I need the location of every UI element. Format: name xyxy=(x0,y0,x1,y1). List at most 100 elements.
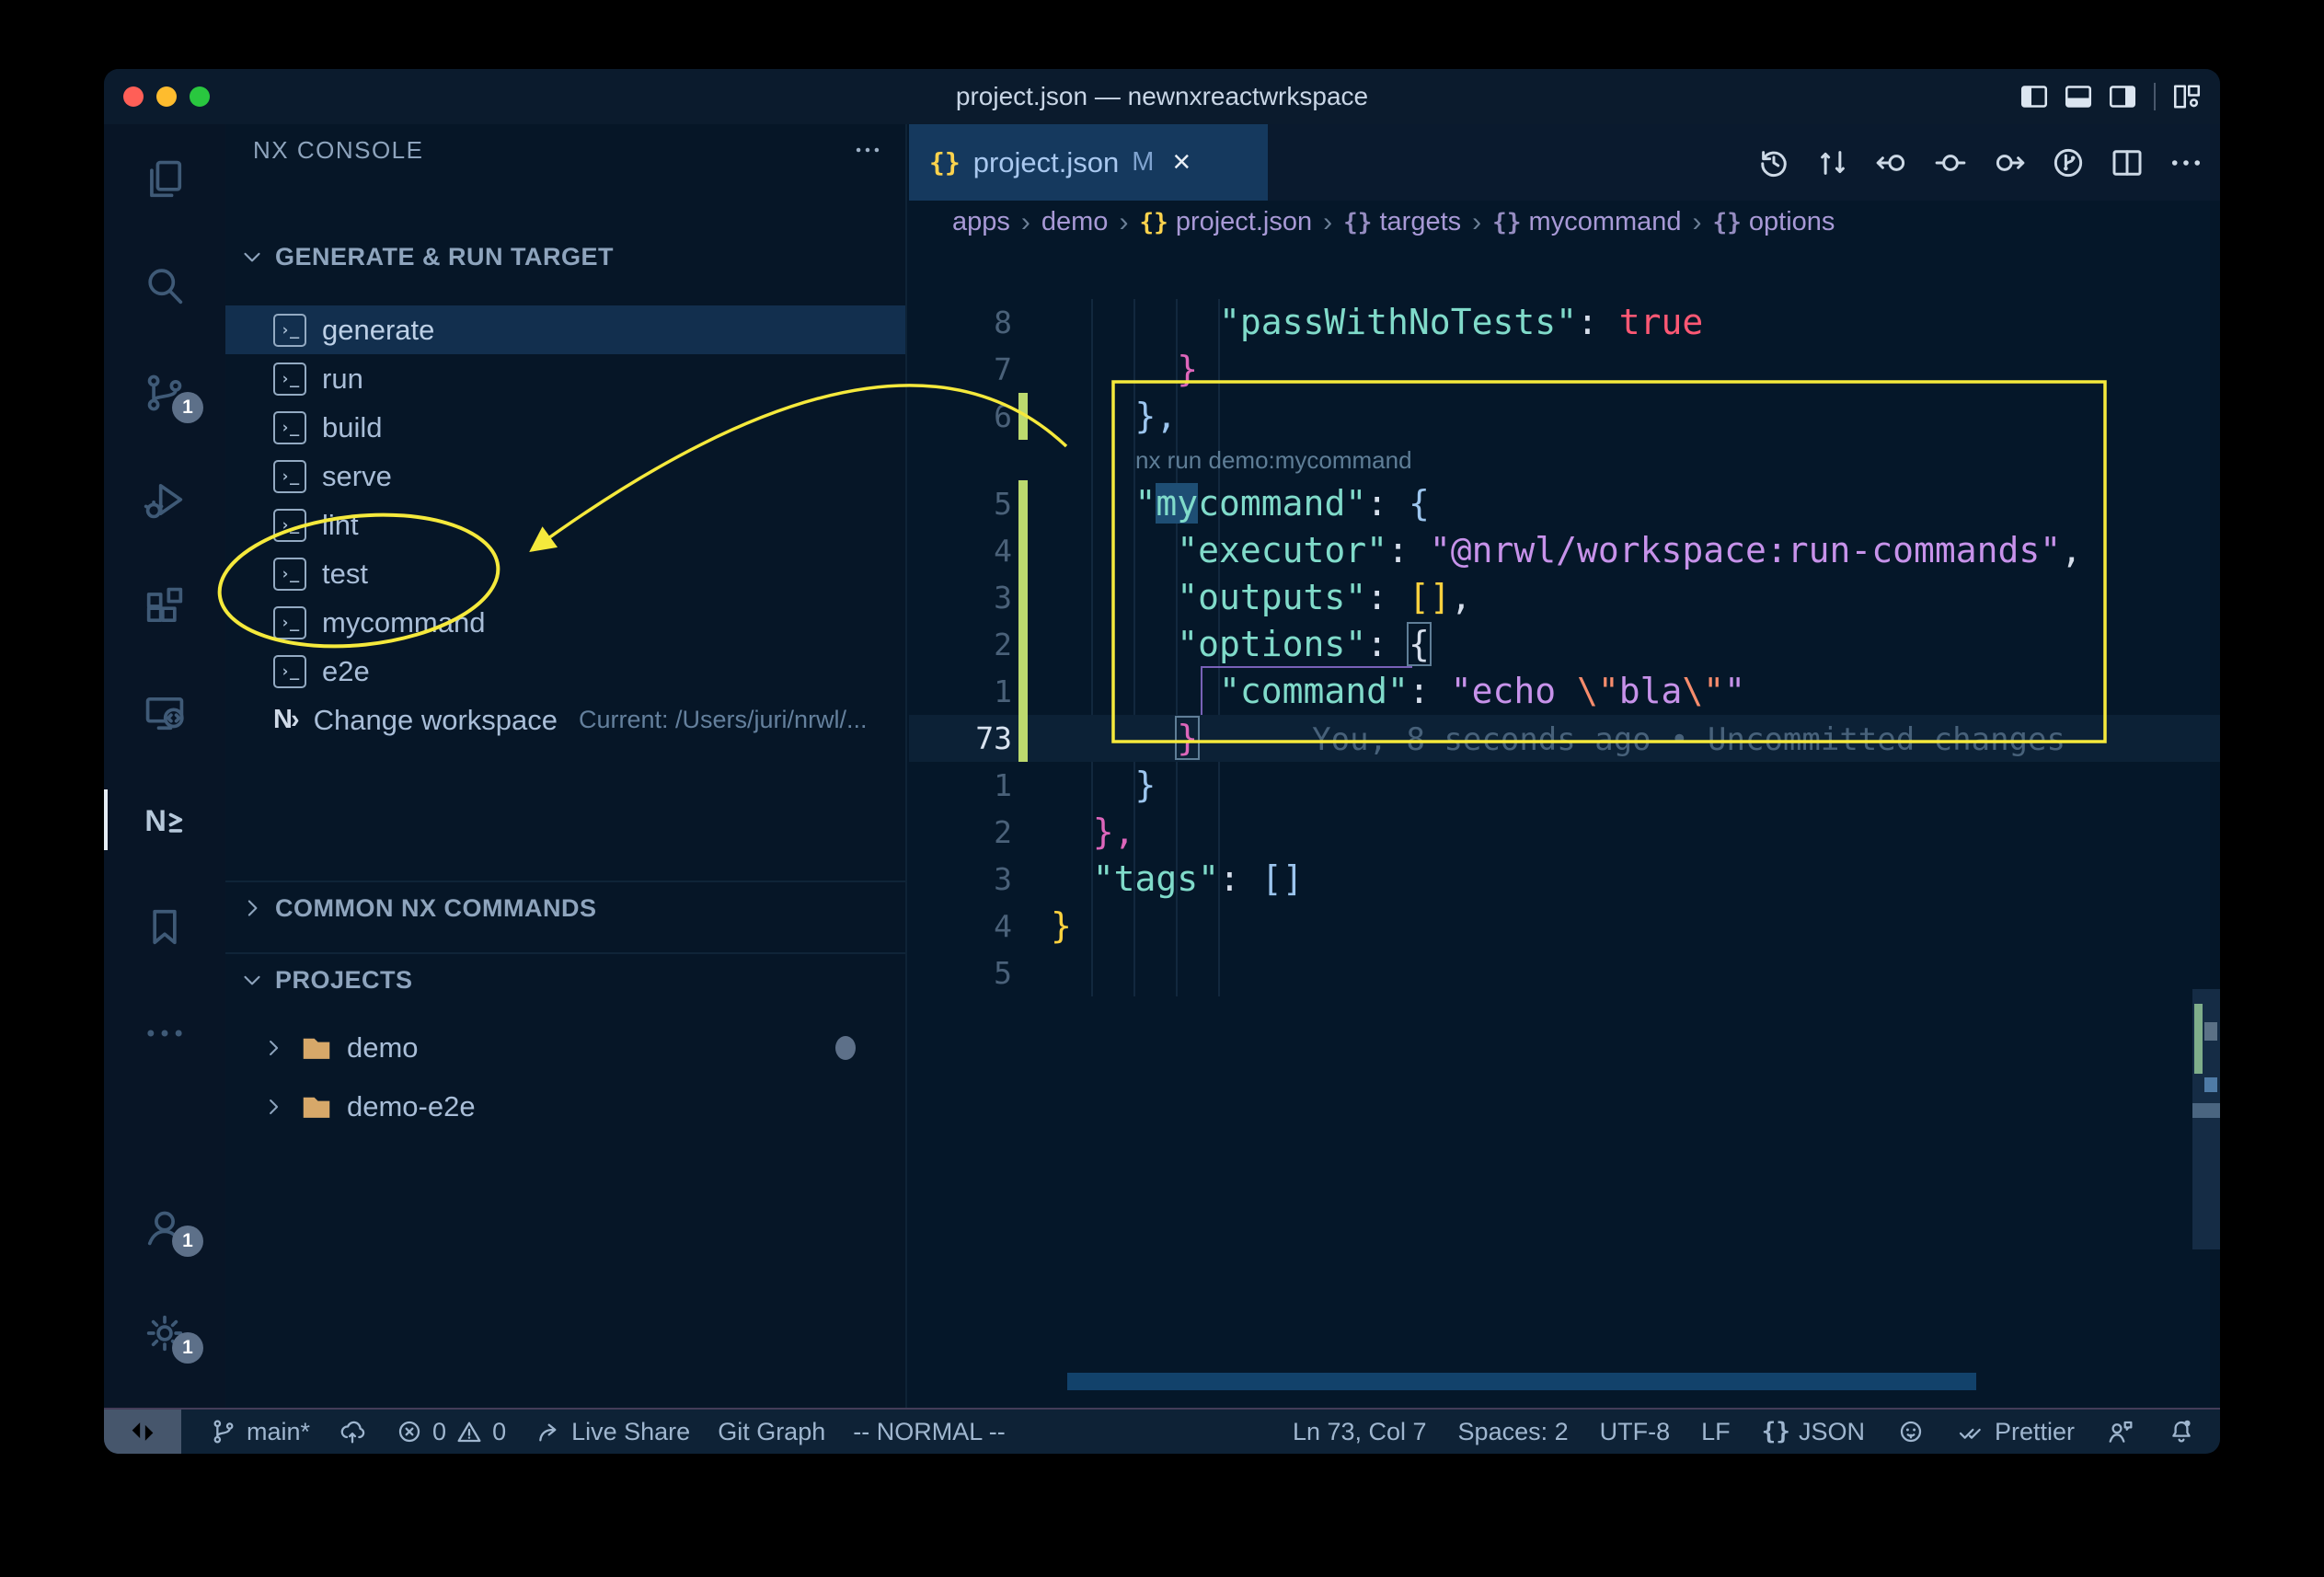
vertical-scrollbar[interactable] xyxy=(2192,989,2220,1249)
status-eol[interactable]: LF xyxy=(1701,1418,1731,1446)
activity-item-bookmarks[interactable] xyxy=(104,894,225,959)
code-line[interactable]: 73 }You, 8 seconds ago • Uncommitted cha… xyxy=(909,715,2220,762)
titlebar-toggle-panel-left[interactable] xyxy=(2018,80,2051,113)
status-notifications[interactable] xyxy=(2167,1417,2196,1446)
code-line-content[interactable]: "tags": [] xyxy=(1051,856,1304,903)
status-feedback[interactable] xyxy=(2106,1417,2135,1446)
code-line-content[interactable]: } xyxy=(1051,762,1156,809)
status-sync[interactable] xyxy=(338,1417,367,1446)
status-problems[interactable]: 00 xyxy=(395,1417,506,1446)
sidebar-item-change-workspace[interactable]: N›Change workspaceCurrent: /Users/juri/n… xyxy=(225,696,905,744)
activity-item-nx-console[interactable]: N xyxy=(104,788,225,852)
editor-action-timeline-history[interactable] xyxy=(1755,144,1793,182)
editor-action-current-change[interactable] xyxy=(1931,144,1970,182)
code-line-content[interactable]: } xyxy=(1051,346,1198,393)
sidebar-more-actions-icon[interactable] xyxy=(852,134,883,166)
code-line-content[interactable]: "passWithNoTests": true xyxy=(1051,299,1703,346)
line-number[interactable]: 3 xyxy=(909,574,1012,621)
code-line-content[interactable]: "command": "echo \"bla\"" xyxy=(1051,668,1745,715)
code-line[interactable]: 2 }, xyxy=(909,809,2220,856)
code-line-content[interactable]: "executor": "@nrwl/workspace:run-command… xyxy=(1051,527,2082,574)
breadcrumb-item-apps[interactable]: apps xyxy=(952,207,1010,237)
editor-action-previous-change[interactable] xyxy=(1872,144,1911,182)
code-line[interactable]: 1 "command": "echo \"bla\"" xyxy=(909,668,2220,715)
line-number[interactable]: 4 xyxy=(909,903,1012,950)
section-header-common[interactable]: COMMON NX COMMANDS xyxy=(225,882,905,934)
code-line-content[interactable]: }, xyxy=(1051,809,1135,856)
status-vim-mode[interactable]: -- NORMAL -- xyxy=(853,1418,1005,1446)
status-encoding[interactable]: UTF-8 xyxy=(1600,1418,1671,1446)
sidebar-item-generate[interactable]: ›_generate xyxy=(225,305,905,354)
section-header-projects[interactable]: PROJECTS xyxy=(225,954,905,1006)
breadcrumb-item-options[interactable]: {} options xyxy=(1713,207,1835,237)
sidebar-item-test[interactable]: ›_test xyxy=(225,549,905,598)
code-line[interactable]: 3 "tags": [] xyxy=(909,856,2220,903)
code-line[interactable]: 7 } xyxy=(909,346,2220,393)
line-number[interactable]: 5 xyxy=(909,950,1012,996)
sidebar-item-run[interactable]: ›_run xyxy=(225,354,905,403)
project-item-demo-e2e[interactable]: demo-e2e xyxy=(225,1077,905,1136)
code-line-content[interactable]: }, xyxy=(1051,393,1177,440)
line-number[interactable]: 7 xyxy=(909,346,1012,393)
section-header-targets[interactable]: GENERATE & RUN TARGET xyxy=(225,231,905,282)
horizontal-scrollbar[interactable] xyxy=(1067,1373,1976,1390)
activity-item-more-views[interactable] xyxy=(104,1001,225,1065)
code-line[interactable]: 8 "passWithNoTests": true xyxy=(909,299,2220,346)
activity-item-extensions[interactable] xyxy=(104,574,225,639)
status-branch[interactable]: main* xyxy=(209,1417,310,1446)
code-line[interactable]: 2 "options": { xyxy=(909,621,2220,668)
activity-item-remote-explorer[interactable] xyxy=(104,681,225,745)
code-line[interactable]: 3 "outputs": [], xyxy=(909,574,2220,621)
line-number[interactable]: 3 xyxy=(909,856,1012,903)
line-number[interactable]: 2 xyxy=(909,621,1012,668)
sidebar-item-lint[interactable]: ›_lint xyxy=(225,501,905,549)
breadcrumb-item-targets[interactable]: {} targets xyxy=(1343,207,1461,237)
editor-action-compare-changes[interactable] xyxy=(1813,144,1852,182)
line-number[interactable]: 6 xyxy=(909,393,1012,440)
status-indentation[interactable]: Spaces: 2 xyxy=(1458,1418,1569,1446)
editor-action-next-change[interactable] xyxy=(1990,144,2029,182)
code-line[interactable]: 5 "mycommand": { xyxy=(909,480,2220,527)
status-remote[interactable] xyxy=(104,1410,181,1454)
status-language-mode[interactable]: {}JSON xyxy=(1762,1418,1865,1446)
line-number[interactable]: 5 xyxy=(909,480,1012,527)
breadcrumb-item-demo[interactable]: demo xyxy=(1041,207,1109,237)
code-area[interactable]: 8 "passWithNoTests": true7 }6 },nx run d… xyxy=(909,244,2220,1408)
line-number[interactable]: 1 xyxy=(909,668,1012,715)
code-line[interactable]: 6 }, xyxy=(909,393,2220,440)
code-line-content[interactable]: } xyxy=(1051,903,1072,950)
breadcrumb-item-project.json[interactable]: {} project.json xyxy=(1139,207,1312,237)
editor-action-open-changes[interactable] xyxy=(2049,144,2088,182)
activity-item-accounts[interactable]: 1 xyxy=(104,1194,225,1259)
code-line-content[interactable]: "options": { xyxy=(1051,621,1430,668)
line-number[interactable]: 73 xyxy=(909,715,1012,762)
code-line[interactable]: 1 } xyxy=(909,762,2220,809)
editor-action-more-actions[interactable] xyxy=(2167,144,2205,182)
line-number[interactable]: 8 xyxy=(909,299,1012,346)
code-line-content[interactable]: "outputs": [], xyxy=(1051,574,1472,621)
sidebar-item-mycommand[interactable]: ›_mycommand xyxy=(225,598,905,647)
status-github[interactable] xyxy=(1896,1417,1926,1446)
status-prettier[interactable]: Prettier xyxy=(1957,1417,2075,1446)
sidebar-item-e2e[interactable]: ›_e2e xyxy=(225,647,905,696)
project-item-demo[interactable]: demo xyxy=(225,1019,905,1077)
code-line-content[interactable]: "mycommand": { xyxy=(1051,480,1430,527)
activity-item-settings[interactable]: 1 xyxy=(104,1301,225,1365)
status-git-graph[interactable]: Git Graph xyxy=(718,1418,825,1446)
activity-item-source-control[interactable]: 1 xyxy=(104,361,225,425)
codelens-run-command[interactable]: nx run demo:mycommand xyxy=(1135,440,1412,480)
activity-item-search[interactable] xyxy=(104,254,225,318)
code-line[interactable]: 4 "executor": "@nrwl/workspace:run-comma… xyxy=(909,527,2220,574)
titlebar-toggle-panel-bottom[interactable] xyxy=(2062,80,2095,113)
code-line[interactable]: 5 xyxy=(909,950,2220,996)
status-live-share[interactable]: Live Share xyxy=(534,1417,690,1446)
titlebar-toggle-panel-right[interactable] xyxy=(2106,80,2139,113)
line-number[interactable]: 1 xyxy=(909,762,1012,809)
tab-project-json[interactable]: {} project.json M × xyxy=(909,124,1268,201)
tab-close-icon[interactable]: × xyxy=(1172,144,1191,180)
line-number[interactable]: 2 xyxy=(909,809,1012,856)
code-line[interactable]: 4} xyxy=(909,903,2220,950)
line-number[interactable]: 4 xyxy=(909,527,1012,574)
sidebar-item-build[interactable]: ›_build xyxy=(225,403,905,452)
sidebar-item-serve[interactable]: ›_serve xyxy=(225,452,905,501)
